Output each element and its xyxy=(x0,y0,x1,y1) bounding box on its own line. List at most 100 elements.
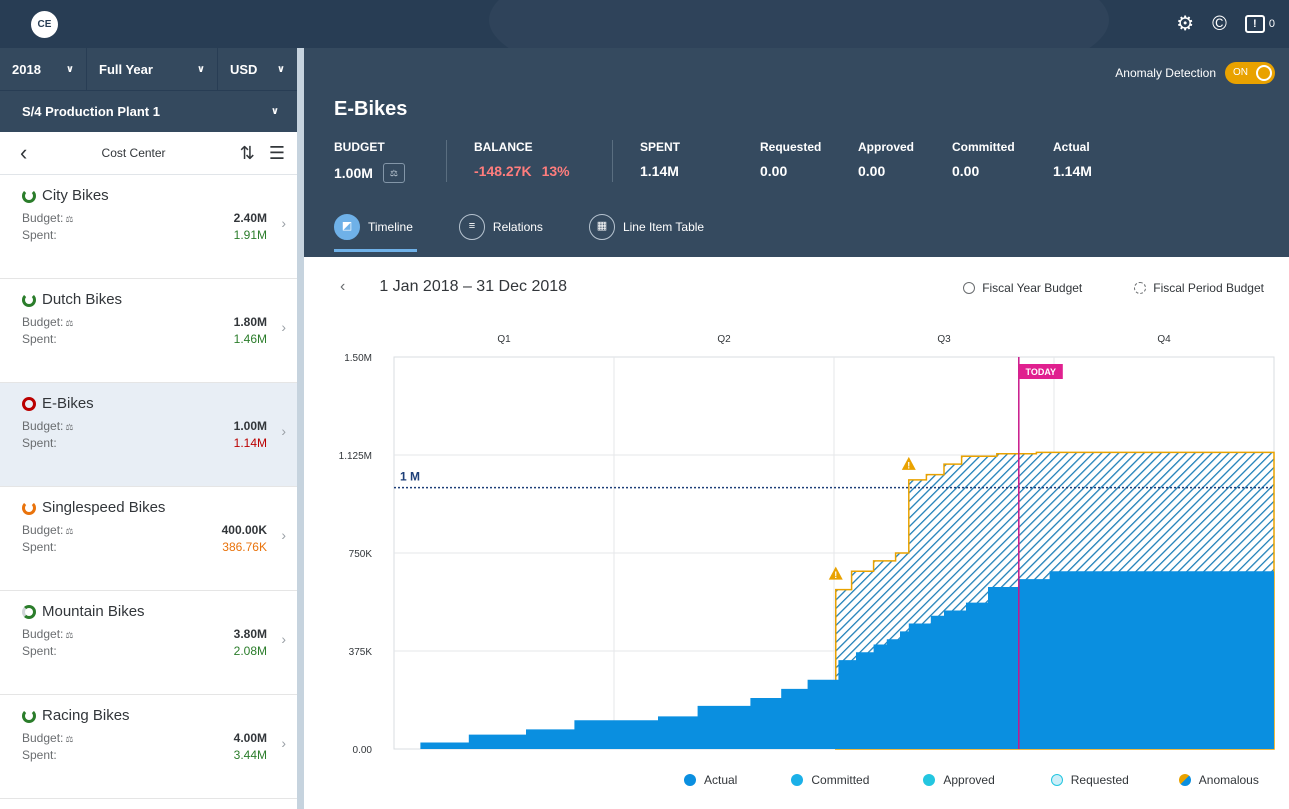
cost-center-item[interactable]: Singlespeed Bikes Budget: ⚖ 400.00K Spent: 38… xyxy=(0,487,297,591)
app: CE ⚙ © ! 0 2018 ∨ Full Year ∨ USD ∨ S/4 … xyxy=(0,0,1289,809)
balance-scale-icon: ⚖ xyxy=(65,422,74,432)
balance-scale-icon: ⚖ xyxy=(65,214,74,224)
back-icon[interactable]: ‹ xyxy=(20,140,27,166)
spent-label: Spent: xyxy=(22,228,57,242)
legend-label: Approved xyxy=(943,773,995,787)
cost-center-list: City Bikes Budget: ⚖ 2.40M Spent: 1.91M › Dutch… xyxy=(0,175,297,799)
cost-center-title: Dutch Bikes xyxy=(22,291,267,308)
tab-relations[interactable]: ≡ Relations xyxy=(458,214,543,252)
fiscal-period-budget-option[interactable]: Fiscal Period Budget xyxy=(1134,281,1264,295)
spent-label: Spent: xyxy=(22,540,57,554)
spent-row: Spent: 2.08M xyxy=(22,644,267,661)
gear-icon[interactable]: ⚙ xyxy=(1176,12,1194,36)
spent-row: Spent: 1.14M xyxy=(22,436,267,453)
requested-value: 0.00 xyxy=(760,163,788,179)
cost-center-item[interactable]: Racing Bikes Budget: ⚖ 4.00M Spent: 3.44M › xyxy=(0,695,297,799)
tab-label: Timeline xyxy=(368,220,413,234)
kpi-approved: Approved 0.00 xyxy=(858,140,914,179)
anomaly-toggle-text: ON xyxy=(1233,67,1248,78)
budget-value: 400.00K xyxy=(221,523,267,537)
cost-center-item[interactable]: E-Bikes Budget: ⚖ 1.00M Spent: 1.14M › xyxy=(0,383,297,487)
cost-center-name: E-Bikes xyxy=(42,395,94,412)
spent-value: 386.76K xyxy=(222,540,267,554)
balance-scale-icon: ⚖ xyxy=(65,318,74,328)
notifications-button[interactable]: ! 0 xyxy=(1244,15,1275,33)
approved-value: 0.00 xyxy=(858,163,886,179)
legend-swatch xyxy=(1050,774,1063,786)
sidebar-header-label: Cost Center xyxy=(101,146,166,160)
spent-value: 1.14M xyxy=(640,163,679,179)
previous-period-icon[interactable]: ‹ xyxy=(340,278,345,296)
filter-bar: 2018 ∨ Full Year ∨ USD ∨ xyxy=(0,48,297,90)
fiscal-period-budget-label: Fiscal Period Budget xyxy=(1153,281,1264,295)
cost-center-item[interactable]: Mountain Bikes Budget: ⚖ 3.80M Spent: 2.08M › xyxy=(0,591,297,695)
chevron-right-icon: › xyxy=(281,735,286,751)
y-tick-label: 1.125M xyxy=(339,451,372,462)
copyright-icon[interactable]: © xyxy=(1212,12,1227,36)
adjust-budget-button[interactable]: ⚖ xyxy=(382,163,405,183)
kpi-divider xyxy=(612,140,613,182)
legend-requested[interactable]: Requested xyxy=(1050,773,1129,787)
status-ring-icon xyxy=(22,500,36,515)
currency-select[interactable]: USD ∨ xyxy=(218,48,297,90)
menu-icon[interactable]: ☰ xyxy=(269,143,285,164)
tab-label: Relations xyxy=(492,220,543,234)
sort-icon[interactable]: ⇅ xyxy=(240,143,255,164)
quarter-label: Q1 xyxy=(497,334,511,345)
tab-timeline[interactable]: ◩ Timeline xyxy=(334,214,417,252)
year-select[interactable]: 2018 ∨ xyxy=(0,48,87,90)
tab-line-item-table[interactable]: ▦ Line Item Table xyxy=(588,214,705,252)
plant-select[interactable]: S/4 Production Plant 1 ∨ xyxy=(0,90,297,132)
budget-row: Budget: ⚖ 1.80M xyxy=(22,315,267,332)
warning-icon-mark: ! xyxy=(907,460,910,470)
budget-row: Budget: ⚖ 3.80M xyxy=(22,627,267,644)
kpi-label: Actual xyxy=(1053,140,1090,154)
balance-scale-icon: ⚖ xyxy=(65,526,74,536)
kpi-value: 1.00M ⚖ xyxy=(334,163,405,183)
legend-label: Requested xyxy=(1070,773,1129,787)
year-select-value: 2018 xyxy=(12,61,41,77)
budget-value: 1.80M xyxy=(233,315,267,329)
chevron-down-icon: ∨ xyxy=(276,63,285,75)
quarter-label: Q3 xyxy=(937,334,951,345)
legend-anomalous[interactable]: Anomalous xyxy=(1178,773,1259,787)
cost-center-name: City Bikes xyxy=(42,187,109,204)
spent-row: Spent: 1.46M xyxy=(22,332,267,349)
budget-row: Budget: ⚖ 1.00M xyxy=(22,419,267,436)
spent-value: 2.08M xyxy=(233,644,267,658)
legend-swatch xyxy=(923,774,936,786)
anomaly-toggle[interactable]: ON xyxy=(1225,62,1275,84)
budget-label: Budget: ⚖ xyxy=(22,419,73,436)
spent-row: Spent: 3.44M xyxy=(22,748,267,765)
budget-label-text: Budget: xyxy=(22,731,64,745)
fiscal-year-budget-option[interactable]: Fiscal Year Budget xyxy=(963,281,1082,295)
budget-label: Budget: ⚖ xyxy=(22,731,73,748)
legend-committed[interactable]: Committed xyxy=(791,773,869,787)
kpi-actual: Actual 1.14M xyxy=(1053,140,1092,179)
budget-row: Budget: ⚖ 4.00M xyxy=(22,731,267,748)
actual-value: 1.14M xyxy=(1053,163,1092,179)
kpi-divider xyxy=(446,140,447,182)
page-title: E-Bikes xyxy=(334,98,408,120)
view-tabs: ◩ Timeline ≡ Relations ▦ Line Item Table xyxy=(334,214,750,252)
period-select[interactable]: Full Year ∨ xyxy=(87,48,218,90)
spent-value: 3.44M xyxy=(233,748,267,762)
avatar[interactable]: CE xyxy=(31,11,58,38)
budget-value: 1.00M xyxy=(334,165,373,181)
relations-icon: ≡ xyxy=(458,214,485,240)
tab-label: Line Item Table xyxy=(622,220,705,234)
y-tick-label: 0.00 xyxy=(353,745,373,756)
spent-value: 1.46M xyxy=(233,332,267,346)
legend-approved[interactable]: Approved xyxy=(923,773,995,787)
budget-label: Budget: ⚖ xyxy=(22,523,73,540)
y-tick-label: 1.50M xyxy=(344,353,372,364)
legend-actual[interactable]: Actual xyxy=(684,773,737,787)
cost-center-item[interactable]: Dutch Bikes Budget: ⚖ 1.80M Spent: 1.46M › xyxy=(0,279,297,383)
cost-center-item[interactable]: City Bikes Budget: ⚖ 2.40M Spent: 1.91M › xyxy=(0,175,297,279)
notification-icon: ! xyxy=(1244,15,1265,33)
timeline-panel: 0.00 375K 750K 1.125M 1.50M Q1 Q2 Q3 Q4 1 M TODAY!… xyxy=(304,257,1289,809)
area-chart-icon: ◩ xyxy=(334,214,360,240)
y-tick-label: 375K xyxy=(349,647,373,658)
shell-actions: ⚙ © ! 0 xyxy=(1176,12,1275,36)
status-ring-icon xyxy=(22,604,36,619)
